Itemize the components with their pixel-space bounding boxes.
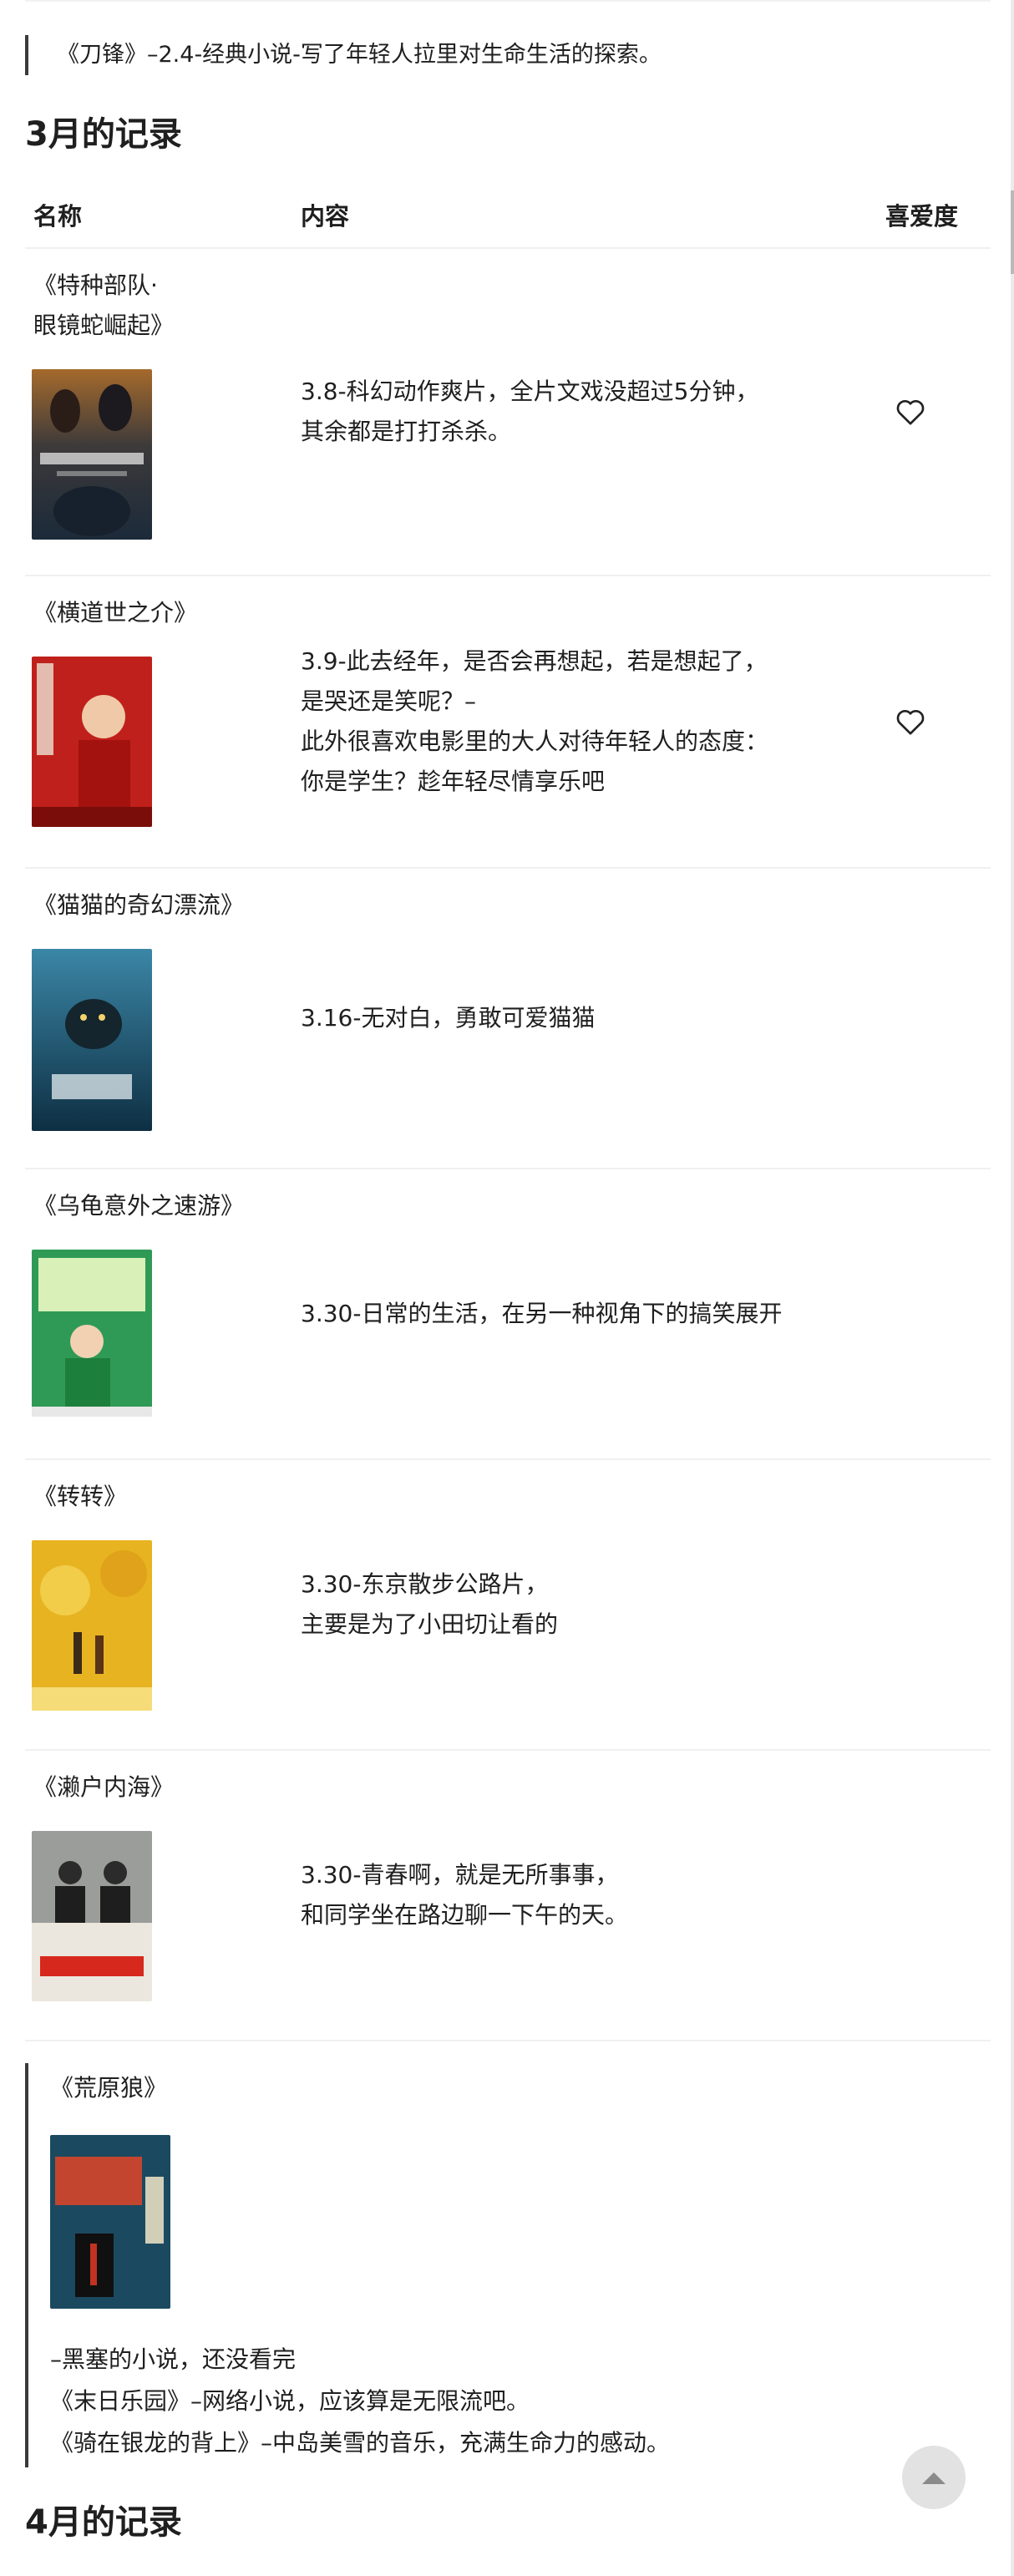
movie-title[interactable]: 《濑户内海》 — [33, 1767, 284, 1808]
movie-note: 3.30-东京散步公路片， 主要是为了小田切让看的 — [301, 1570, 559, 1638]
march-records-table: 名称 内容 喜爱度 《特种部队· 眼镜蛇崛起》 3.8-科幻动作爽片，全片文戏没… — [25, 182, 991, 2041]
header-content: 内容 — [301, 202, 350, 231]
heart-icon[interactable] — [894, 705, 927, 738]
content-cell: 3.30-东京散步公路片， 主要是为了小田切让看的 — [284, 1460, 869, 1749]
book-note: 《末日乐园》–网络小说，应该算是无限流吧。 — [50, 2387, 530, 2415]
movie-title[interactable]: 《横道世之介》 — [33, 593, 284, 633]
table-header: 名称 内容 喜爱度 — [25, 182, 991, 249]
movie-poster[interactable] — [32, 949, 152, 1131]
movie-title[interactable]: 《特种部队· 眼镜蛇崛起》 — [33, 266, 284, 346]
content-cell: 3.8-科幻动作爽片，全片文戏没超过5分钟， 其余都是打打杀杀。 — [284, 249, 869, 575]
love-cell — [869, 1169, 991, 1458]
book-note: –黑塞的小说，还没看完 — [50, 2345, 297, 2373]
table-row: 《特种部队· 眼镜蛇崛起》 3.8-科幻动作爽片，全片文戏没超过5分钟， 其余都… — [25, 249, 991, 576]
content-cell: 3.30-青春啊，就是无所事事， 和同学坐在路边聊一下午的天。 — [284, 1751, 869, 2040]
movie-title[interactable]: 《转转》 — [33, 1477, 284, 1517]
movie-note: 3.9-此去经年，是否会再想起，若是想起了， 是哭还是笑呢？– 此外很喜欢电影里… — [301, 647, 769, 795]
love-cell — [869, 249, 991, 575]
header-love: 喜爱度 — [885, 202, 959, 231]
book-title: 《荒原狼》 — [50, 2074, 168, 2102]
love-cell — [869, 1460, 991, 1749]
table-row: 《乌龟意外之速游》 3.30-日常的生活，在另一种视角下的搞笑展开 — [25, 1169, 991, 1460]
header-name: 名称 — [33, 202, 83, 231]
movie-note: 3.8-科幻动作爽片，全片文戏没超过5分钟， 其余都是打打杀杀。 — [301, 378, 759, 445]
movie-note: 3.16-无对白，勇敢可爱猫猫 — [301, 1004, 596, 1032]
name-cell: 《特种部队· 眼镜蛇崛起》 — [25, 249, 284, 575]
movie-poster[interactable] — [32, 369, 152, 540]
divider — [25, 0, 991, 2]
content-cell: 3.30-日常的生活，在另一种视角下的搞笑展开 — [284, 1169, 869, 1458]
page: 《刀锋》–2.4-经典小说-写了年轻人拉里对生命生活的探索。 3月的记录 名称 … — [0, 0, 1011, 2576]
name-cell: 《横道世之介》 — [25, 576, 284, 867]
book-note: 《骑在银龙的背上》–中岛美雪的音乐，充满生命力的感动。 — [50, 2429, 671, 2457]
love-cell — [869, 576, 991, 867]
caret-up-icon — [922, 2472, 946, 2484]
section-title-march: 3月的记录 — [25, 115, 182, 154]
book-quote: 《荒原狼》 –黑塞的小说，还没看完 《末日乐园》–网络小说，应该算是无限流吧。 … — [25, 2063, 986, 2467]
content-cell: 3.16-无对白，勇敢可爱猫猫 — [284, 869, 869, 1168]
movie-note: 3.30-青春啊，就是无所事事， 和同学坐在路边聊一下午的天。 — [301, 1861, 629, 1929]
name-cell: 《转转》 — [25, 1460, 284, 1749]
name-cell: 《乌龟意外之速游》 — [25, 1169, 284, 1458]
table-row: 《转转》 3.30-东京散步公路片， 主要是为了小田切让看的 — [25, 1460, 991, 1751]
scrollbar-thumb[interactable] — [1011, 190, 1014, 274]
name-cell: 《濑户内海》 — [25, 1751, 284, 2040]
content-cell: 3.9-此去经年，是否会再想起，若是想起了， 是哭还是笑呢？– 此外很喜欢电影里… — [284, 576, 869, 867]
table-row: 《濑户内海》 3.30-青春啊，就是无所事事， 和同学坐在路边聊一下午的天。 — [25, 1751, 991, 2041]
love-cell — [869, 869, 991, 1168]
movie-title[interactable]: 《乌龟意外之速游》 — [33, 1186, 284, 1226]
table-row: 《横道世之介》 3.9-此去经年，是否会再想起，若是想起了， 是哭还是笑呢？– … — [25, 576, 991, 869]
table-row: 《猫猫的奇幻漂流》 3.16-无对白，勇敢可爱猫猫 — [25, 869, 991, 1169]
intro-quote: 《刀锋》–2.4-经典小说-写了年轻人拉里对生命生活的探索。 — [25, 35, 986, 75]
section-title-april: 4月的记录 — [25, 2503, 182, 2542]
book-cover[interactable] — [50, 2135, 170, 2309]
movie-poster[interactable] — [32, 1250, 152, 1417]
name-cell: 《猫猫的奇幻漂流》 — [25, 869, 284, 1168]
movie-note: 3.30-日常的生活，在另一种视角下的搞笑展开 — [301, 1300, 783, 1327]
heart-icon[interactable] — [894, 395, 927, 428]
movie-poster[interactable] — [32, 1831, 152, 2001]
movie-poster[interactable] — [32, 657, 152, 827]
movie-poster[interactable] — [32, 1540, 152, 1711]
love-cell — [869, 1751, 991, 2040]
movie-title[interactable]: 《猫猫的奇幻漂流》 — [33, 885, 284, 925]
back-to-top-button[interactable] — [902, 2446, 966, 2509]
scrollbar[interactable] — [1011, 0, 1014, 2576]
